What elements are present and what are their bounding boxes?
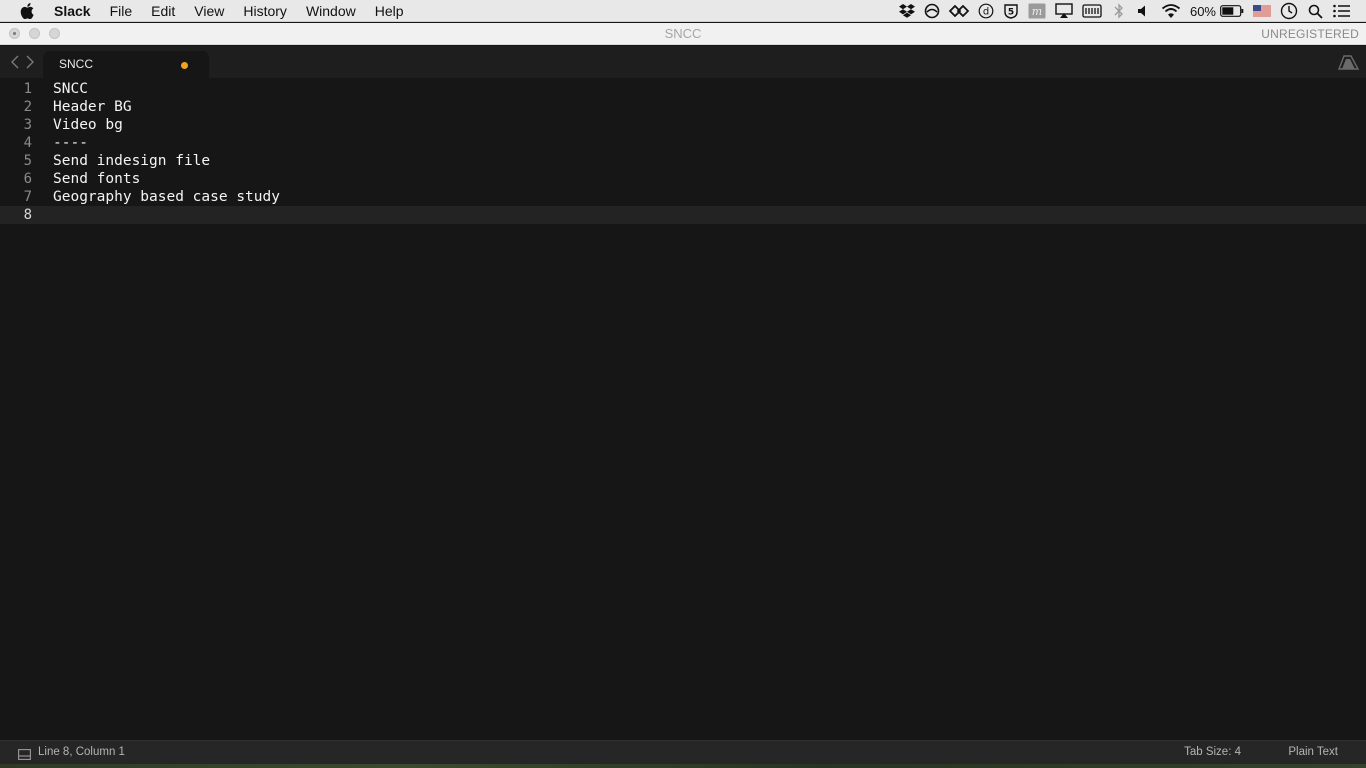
dropbox-icon[interactable]	[898, 3, 915, 19]
status-bar: Line 8, Column 1 Tab Size: 4 Plain Text	[0, 740, 1366, 764]
code-line-active[interactable]	[48, 206, 1366, 224]
line-number-gutter: 1 2 3 4 5 6 7 8	[0, 78, 48, 224]
menu-history[interactable]: History	[243, 0, 287, 22]
code-line[interactable]: Send fonts	[48, 170, 1366, 188]
code-line[interactable]: Send indesign file	[48, 152, 1366, 170]
text-buffer[interactable]: SNCC Header BG Video bg ---- Send indesi…	[48, 78, 1366, 224]
menu-app-name[interactable]: Slack	[54, 0, 91, 22]
syntax-selector[interactable]: Plain Text	[1288, 741, 1338, 764]
line-number: 3	[23, 117, 32, 133]
line-number: 6	[23, 171, 32, 187]
svg-text:m: m	[1032, 5, 1042, 18]
bluetooth-icon[interactable]	[1111, 3, 1127, 19]
line-number: 5	[23, 153, 32, 169]
menu-bar: Slack File Edit View History Window Help…	[0, 0, 1366, 22]
volume-icon[interactable]	[1136, 3, 1152, 19]
svg-text:5: 5	[1008, 8, 1014, 18]
menu-edit[interactable]: Edit	[151, 0, 175, 22]
clock-icon[interactable]	[1280, 2, 1298, 20]
code-line[interactable]: ----	[48, 134, 1366, 152]
sidebar-toggle-icon[interactable]	[1337, 54, 1360, 70]
apple-menu-icon[interactable]	[20, 2, 34, 19]
status-menus: d 5 m 60%	[898, 0, 1366, 22]
battery-percent: 60%	[1189, 3, 1216, 19]
line-number: 7	[23, 189, 32, 205]
svg-text:d: d	[983, 7, 989, 18]
wifi-icon[interactable]	[1161, 3, 1181, 19]
search-icon[interactable]	[1307, 3, 1323, 19]
code-line[interactable]: Video bg	[48, 116, 1366, 134]
5-shield-icon[interactable]: 5	[1003, 3, 1019, 19]
back-arrow-icon[interactable]	[10, 55, 20, 69]
window-title: SNCC	[664, 26, 702, 41]
menu-help[interactable]: Help	[375, 0, 404, 22]
tab-sncc[interactable]: SNCC	[43, 51, 209, 78]
line-number-active: 8	[0, 206, 48, 224]
desktop-background-strip	[0, 764, 1366, 768]
line-number: 1	[23, 81, 32, 97]
line-number: 4	[23, 135, 32, 151]
code-line[interactable]: Header BG	[48, 98, 1366, 116]
window-title-bar: SNCC UNREGISTERED	[0, 23, 1366, 45]
menu-file[interactable]: File	[110, 0, 133, 22]
tab-size-selector[interactable]: Tab Size: 4	[1184, 741, 1241, 764]
code-line[interactable]: Geography based case study	[48, 188, 1366, 206]
editor-area[interactable]: 1 2 3 4 5 6 7 8 SNCC Header BG Video bg …	[0, 78, 1366, 740]
menu-window[interactable]: Window	[306, 0, 356, 22]
code-line[interactable]: SNCC	[48, 80, 1366, 98]
unregistered-label: UNREGISTERED	[1261, 27, 1359, 41]
notification-list-icon[interactable]	[1332, 3, 1352, 19]
unsaved-dot-icon[interactable]	[181, 62, 188, 69]
tab-bar: SNCC	[0, 46, 1366, 78]
forward-arrow-icon[interactable]	[25, 55, 35, 69]
cursor-position: Line 8, Column 1	[38, 746, 125, 758]
us-flag-icon[interactable]	[1253, 3, 1271, 19]
keyboard-icon[interactable]	[1082, 3, 1102, 19]
infinity-icon[interactable]	[948, 3, 969, 19]
menu-view[interactable]: View	[194, 0, 224, 22]
line-number: 2	[23, 99, 32, 115]
sync-icon[interactable]	[924, 3, 940, 19]
panel-toggle-icon[interactable]	[18, 747, 31, 760]
d-circle-icon[interactable]: d	[978, 3, 994, 19]
tab-label: SNCC	[59, 57, 94, 71]
battery-icon[interactable]	[1220, 3, 1244, 19]
airplay-icon[interactable]	[1055, 3, 1073, 19]
m-icon[interactable]: m	[1028, 3, 1046, 19]
